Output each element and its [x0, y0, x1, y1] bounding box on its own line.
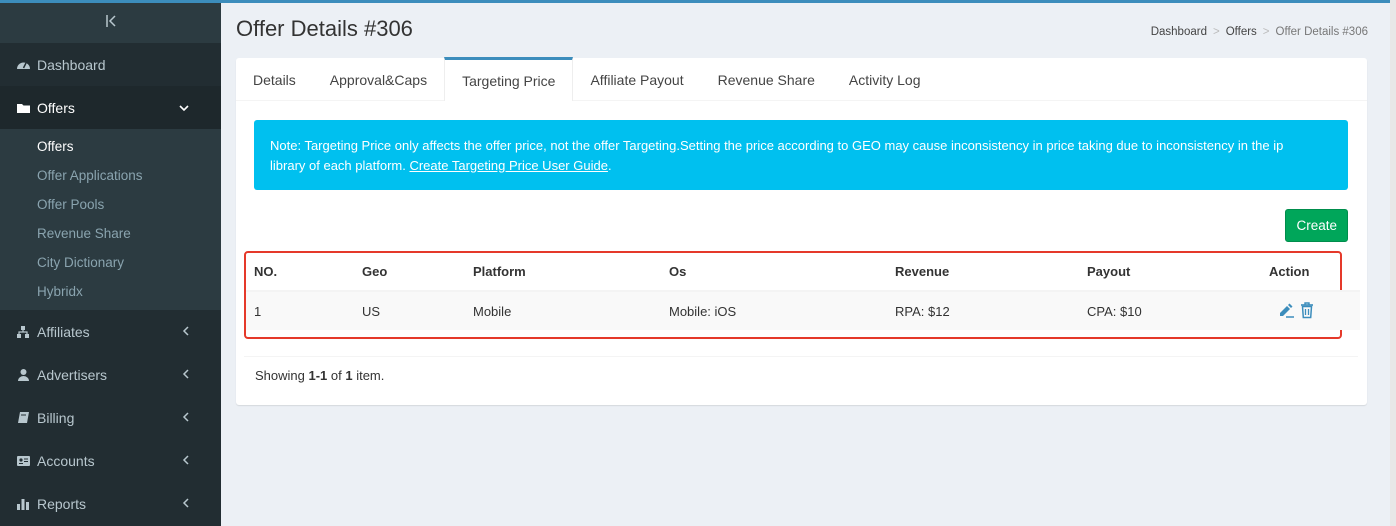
- summary-of: of: [327, 368, 346, 383]
- submenu-item-city-dictionary[interactable]: City Dictionary: [0, 248, 221, 277]
- summary-prefix: Showing: [255, 368, 309, 383]
- submenu-item-offer-pools[interactable]: Offer Pools: [0, 190, 221, 219]
- column-header-action: Action: [1261, 253, 1360, 292]
- edit-icon[interactable]: [1277, 301, 1295, 322]
- breadcrumb-dashboard[interactable]: Dashboard: [1151, 26, 1207, 38]
- collapse-icon: [105, 14, 117, 33]
- highlight-box: NO. Geo Platform Os Revenue Payout Actio…: [244, 251, 1360, 339]
- cell-geo: US: [354, 291, 465, 330]
- book-icon: [15, 410, 31, 426]
- column-header-no: NO.: [246, 253, 354, 292]
- summary-total: 1: [345, 368, 353, 383]
- note-end: .: [607, 157, 612, 173]
- chevron-left-icon: [182, 324, 189, 339]
- breadcrumb-separator: >: [1262, 26, 1270, 38]
- sidebar-toggle[interactable]: [0, 3, 221, 43]
- pagination-summary: Showing 1-1 of 1 item.: [255, 368, 384, 383]
- sidebar-item-affiliates[interactable]: Affiliates: [0, 310, 221, 353]
- sidebar-item-advertisers[interactable]: Advertisers: [0, 353, 221, 396]
- cell-os: Mobile: iOS: [661, 291, 887, 330]
- create-button[interactable]: Create: [1285, 209, 1348, 242]
- trash-icon[interactable]: [1299, 301, 1315, 322]
- cell-no: 1: [246, 291, 354, 330]
- sidebar-item-label: Accounts: [37, 452, 95, 469]
- user-icon: [15, 367, 31, 383]
- sidebar-item-label: Affiliates: [37, 323, 90, 340]
- sidebar-item-dashboard[interactable]: Dashboard: [0, 43, 221, 86]
- table-header-row: NO. Geo Platform Os Revenue Payout Actio…: [246, 253, 1360, 292]
- summary-range: 1-1: [308, 368, 328, 383]
- submenu-item-revenue-share[interactable]: Revenue Share: [0, 219, 221, 248]
- column-header-payout: Payout: [1079, 253, 1261, 292]
- column-header-geo: Geo: [354, 253, 465, 292]
- bar-chart-icon: [15, 496, 31, 512]
- folder-icon: [15, 100, 31, 116]
- user-guide-link[interactable]: Create Targeting Price User Guide: [409, 158, 607, 173]
- column-header-platform: Platform: [465, 253, 661, 292]
- tab-revenue-share[interactable]: Revenue Share: [701, 58, 832, 101]
- breadcrumb-separator: >: [1212, 26, 1220, 38]
- sidebar-item-label: Reports: [37, 495, 87, 512]
- offers-submenu: Offers Offer Applications Offer Pools Re…: [0, 129, 221, 310]
- tab-details[interactable]: Details: [236, 58, 313, 101]
- sitemap-icon: [15, 324, 31, 340]
- sidebar-item-label: Offers: [37, 99, 75, 116]
- breadcrumb-current: Offer Details #306: [1275, 26, 1368, 38]
- id-card-icon: [15, 453, 31, 469]
- cell-action: [1261, 291, 1360, 330]
- column-header-os: Os: [661, 253, 887, 292]
- submenu-item-hybridx[interactable]: Hybridx: [0, 277, 221, 306]
- tab-bar: Details Approval&Caps Targeting Price Af…: [236, 57, 1367, 101]
- table-footer-divider: [244, 356, 1358, 357]
- submenu-item-offer-applications[interactable]: Offer Applications: [0, 161, 221, 190]
- content-header: Offer Details #306: [236, 16, 413, 42]
- sidebar-item-label: Advertisers: [37, 366, 108, 383]
- tab-affiliate-payout[interactable]: Affiliate Payout: [573, 58, 700, 101]
- sidebar-item-label: Billing: [37, 409, 75, 426]
- breadcrumb-offers[interactable]: Offers: [1226, 26, 1257, 38]
- sidebar-item-accounts[interactable]: Accounts: [0, 439, 221, 482]
- cell-payout: CPA: $10: [1079, 291, 1261, 330]
- chevron-left-icon: [182, 496, 189, 511]
- sidebar-item-label: Dashboard: [37, 56, 106, 73]
- dashboard-icon: [15, 57, 31, 73]
- page-title: Offer Details #306: [236, 16, 413, 41]
- info-callout: Note: Targeting Price only affects the o…: [254, 120, 1348, 190]
- breadcrumb: Dashboard > Offers > Offer Details #306: [1151, 26, 1368, 38]
- tab-activity-log[interactable]: Activity Log: [832, 58, 938, 101]
- cell-platform: Mobile: [465, 291, 661, 330]
- tab-approval-caps[interactable]: Approval&Caps: [313, 58, 444, 101]
- column-header-revenue: Revenue: [887, 253, 1079, 292]
- targeting-price-table: NO. Geo Platform Os Revenue Payout Actio…: [246, 253, 1360, 330]
- summary-suffix: item.: [352, 368, 385, 383]
- offer-details-panel: Details Approval&Caps Targeting Price Af…: [236, 57, 1367, 405]
- page-scrollbar[interactable]: [1390, 0, 1396, 526]
- sidebar-item-reports[interactable]: Reports: [0, 482, 221, 525]
- chevron-down-icon: [179, 100, 189, 115]
- sidebar-item-billing[interactable]: Billing: [0, 396, 221, 439]
- row-actions: [1269, 292, 1352, 330]
- sidebar-item-offers[interactable]: Offers: [0, 86, 221, 129]
- chevron-left-icon: [182, 453, 189, 468]
- table-row: 1 US Mobile Mobile: iOS RPA: $12 CPA: $1…: [246, 291, 1360, 330]
- submenu-item-offers[interactable]: Offers: [0, 132, 221, 161]
- chevron-left-icon: [182, 410, 189, 425]
- chevron-left-icon: [182, 367, 189, 382]
- sidebar: Dashboard Offers Offers Offer Applicatio…: [0, 3, 221, 526]
- cell-revenue: RPA: $12: [887, 291, 1079, 330]
- tab-targeting-price[interactable]: Targeting Price: [444, 57, 574, 101]
